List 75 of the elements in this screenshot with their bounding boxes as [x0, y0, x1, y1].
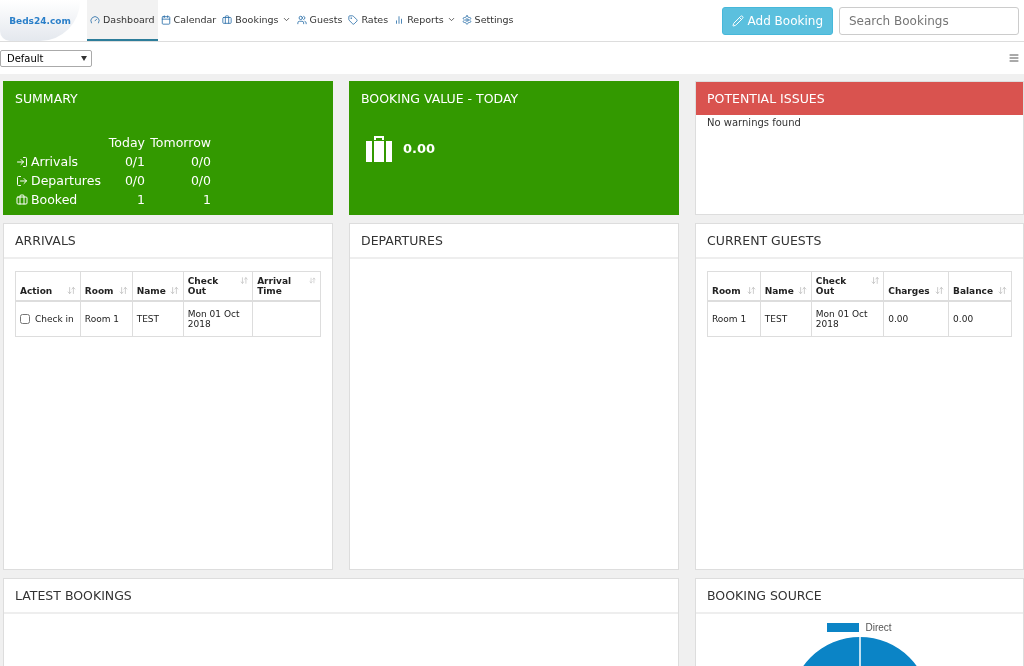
panel-title: SUMMARY [14, 90, 79, 108]
column-header[interactable]: Name [132, 271, 184, 301]
sign-out-icon [16, 174, 28, 187]
table-cell: Room 1 [80, 301, 133, 337]
column-header[interactable]: Check Out [811, 271, 884, 301]
table-cell: 0.00 [948, 301, 1012, 337]
nav-tab[interactable]: Rates [345, 0, 392, 41]
briefcase-icon [222, 14, 233, 25]
table-cell: 0.00 [883, 301, 949, 337]
briefcase-icon [16, 193, 28, 206]
panel-title: POTENTIAL ISSUES [696, 82, 1023, 115]
sort-icon [746, 286, 756, 295]
sort-icon [118, 286, 128, 295]
sort-icon [935, 286, 945, 295]
column-header[interactable]: Charges [883, 271, 949, 301]
table-cell-text: 0/0 [123, 172, 145, 190]
column-header[interactable]: Room [80, 271, 133, 301]
pencil-icon [731, 14, 744, 27]
column-header: Tomorrow [149, 134, 211, 152]
panel-title: BOOKING VALUE - TODAY [360, 90, 520, 108]
table-cell-text: 1 [136, 191, 145, 209]
nav-tab[interactable]: Guests [293, 0, 346, 41]
menu-icon[interactable] [1008, 52, 1020, 64]
table-cell-text: 1 [202, 191, 211, 209]
panel-title: LATEST BOOKINGS [4, 579, 678, 614]
tag-icon [348, 14, 359, 25]
gear-icon [461, 14, 472, 25]
row-label: Departures [16, 171, 105, 190]
suitcase-icon [363, 133, 395, 163]
sort-icon [66, 286, 76, 295]
issues-message: No warnings found [706, 116, 802, 130]
nav-tab[interactable]: Reports [391, 0, 459, 41]
column-header[interactable]: Check Out [183, 271, 253, 301]
table-cell: TEST [132, 301, 184, 337]
panel-title: DEPARTURES [350, 224, 678, 259]
layout-select[interactable]: Default [0, 49, 92, 67]
nav-tab[interactable]: Calendar [157, 0, 220, 41]
column-header[interactable]: Room [707, 271, 761, 301]
table-cell: Mon 01 Oct 2018 [811, 301, 884, 337]
sort-icon [309, 276, 316, 285]
column-header[interactable]: Balance [948, 271, 1012, 301]
table-cell: Mon 01 Oct 2018 [183, 301, 253, 337]
panel-title: ARRIVALS [4, 224, 332, 259]
panel-title: CURRENT GUESTS [696, 224, 1023, 259]
sort-icon [169, 286, 179, 295]
calendar-icon [160, 14, 171, 25]
sort-icon [797, 286, 807, 295]
table-cell: Room 1 [707, 301, 761, 337]
column-header[interactable]: Action [15, 271, 81, 301]
column-header[interactable]: Arrival Time [252, 271, 321, 301]
gauge-icon [90, 14, 100, 25]
column-header: Today [107, 134, 145, 152]
column-header[interactable]: Name [760, 271, 812, 301]
bar-chart-icon [394, 14, 405, 25]
caret-icon [81, 55, 87, 61]
nav-tab[interactable]: Dashboard [87, 0, 158, 41]
people-icon [296, 14, 307, 25]
check-in-checkbox[interactable] [20, 314, 30, 324]
row-label: Booked [16, 190, 105, 209]
sign-in-icon [16, 155, 28, 168]
table-cell-text: 0/0 [189, 172, 211, 190]
table-cell-text: 0/1 [123, 153, 145, 171]
checkbox-label: Check in [35, 314, 74, 324]
table-cell-text: 0/0 [189, 153, 211, 171]
sort-icon [998, 286, 1007, 295]
search-field[interactable]: Search Bookings [839, 6, 1019, 35]
row-label: Arrivals [16, 152, 105, 171]
sort-icon [239, 276, 249, 285]
booking-value: 0.00 [403, 140, 436, 156]
nav-tab[interactable]: Bookings [219, 0, 294, 41]
table-cell: TEST [760, 301, 812, 337]
nav-tab[interactable]: Settings [458, 0, 517, 41]
legend-label: Direct [865, 622, 892, 633]
panel-title: BOOKING SOURCE [696, 579, 1023, 614]
sort-icon [870, 276, 880, 285]
